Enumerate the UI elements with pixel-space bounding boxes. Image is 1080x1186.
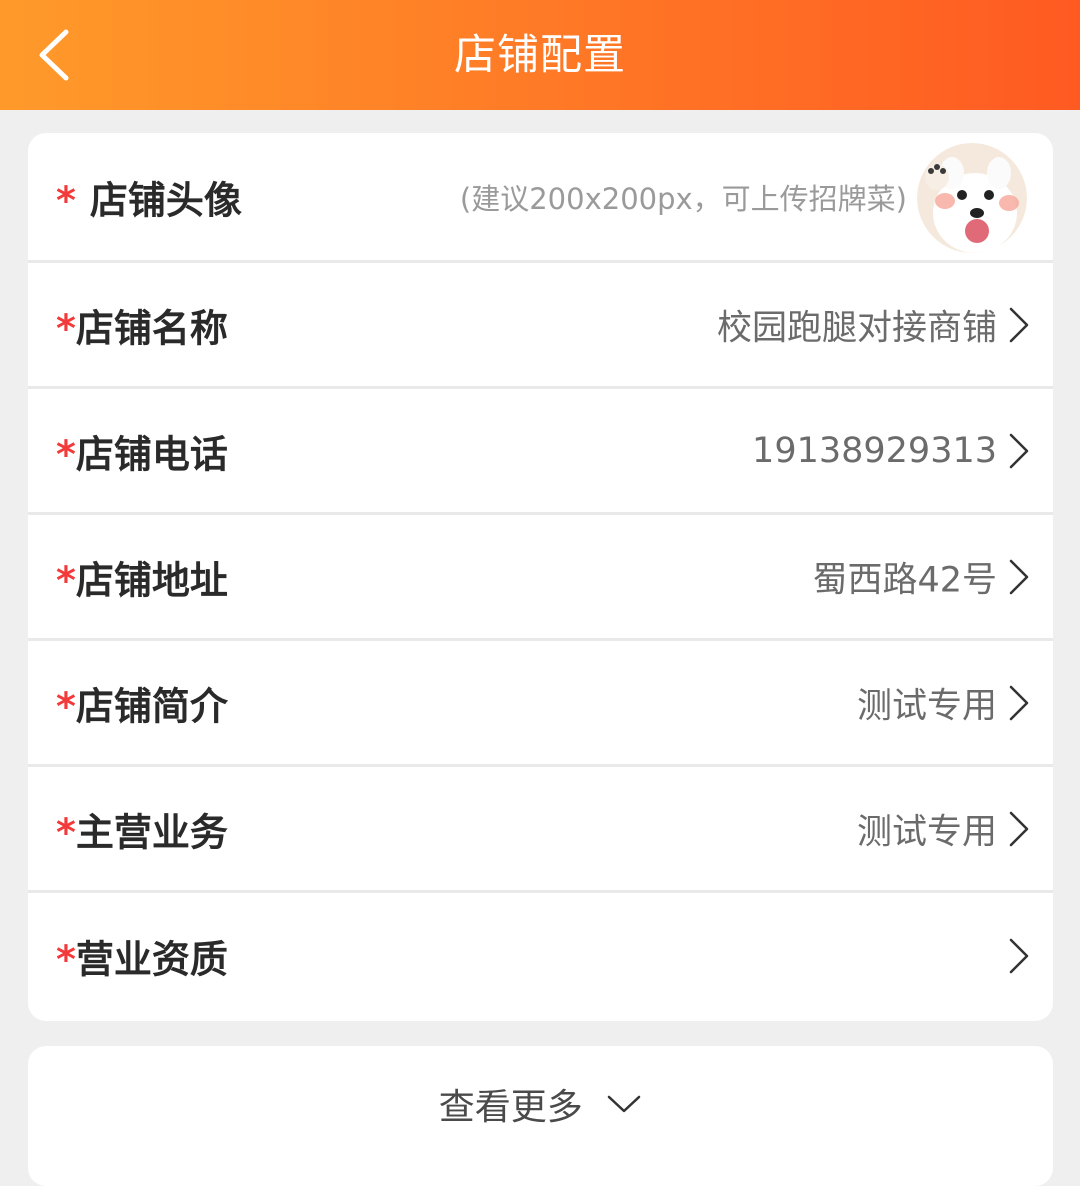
main-business-value: 测试专用 xyxy=(856,812,997,852)
chevron-right-icon xyxy=(1009,559,1029,594)
view-more-button[interactable]: 查看更多 xyxy=(28,1046,1053,1186)
chevron-right-icon xyxy=(1009,685,1029,720)
view-more-label: 查看更多 xyxy=(438,1087,583,1128)
store-name-row[interactable]: *店铺名称 校园跑腿对接商铺 xyxy=(28,263,1053,389)
page-title: 店铺配置 xyxy=(453,30,626,79)
store-intro-value: 测试专用 xyxy=(856,686,997,726)
store-intro-label-text: 店铺简介 xyxy=(75,684,228,728)
chevron-down-icon xyxy=(607,1095,641,1113)
store-avatar-row[interactable]: * 店铺头像 (建议200x200px，可上传招牌菜) xyxy=(28,133,1053,263)
store-name-label-text: 店铺名称 xyxy=(75,306,228,350)
store-phone-label-text: 店铺电话 xyxy=(75,432,228,476)
chevron-right-icon xyxy=(1009,307,1029,342)
store-settings-card: * 店铺头像 (建议200x200px，可上传招牌菜) *店铺名称 校园跑腿对接… xyxy=(28,133,1053,1021)
store-avatar-label: * 店铺头像 xyxy=(56,169,242,224)
store-phone-value: 19138929313 xyxy=(752,430,997,471)
required-mark: * xyxy=(56,558,76,602)
business-license-row[interactable]: *营业资质 xyxy=(28,893,1053,1019)
main-business-row[interactable]: *主营业务 测试专用 xyxy=(28,767,1053,893)
required-mark: * xyxy=(56,432,76,476)
store-phone-row[interactable]: *店铺电话 19138929313 xyxy=(28,389,1053,515)
top-nav-bar: 店铺配置 xyxy=(0,0,1080,110)
store-intro-label: *店铺简介 xyxy=(56,675,228,730)
store-avatar-label-text: 店铺头像 xyxy=(89,178,242,222)
store-address-row[interactable]: *店铺地址 蜀西路42号 xyxy=(28,515,1053,641)
store-intro-row[interactable]: *店铺简介 测试专用 xyxy=(28,641,1053,767)
main-business-label-text: 主营业务 xyxy=(75,810,228,854)
store-phone-label: *店铺电话 xyxy=(56,423,228,478)
view-more-content: 查看更多 xyxy=(28,1078,1053,1130)
required-mark: * xyxy=(56,810,76,854)
store-name-label: *店铺名称 xyxy=(56,297,228,352)
store-address-label: *店铺地址 xyxy=(56,549,228,604)
required-mark: * xyxy=(56,306,76,350)
chevron-right-icon xyxy=(1009,433,1029,468)
avatar-size-hint: (建议200x200px，可上传招牌菜) xyxy=(459,181,907,216)
store-avatar-image[interactable] xyxy=(917,143,1027,253)
store-name-value: 校园跑腿对接商铺 xyxy=(716,308,997,348)
chevron-right-icon xyxy=(1009,811,1029,846)
store-address-value: 蜀西路42号 xyxy=(812,560,997,600)
business-license-label-text: 营业资质 xyxy=(75,937,228,982)
store-address-label-text: 店铺地址 xyxy=(75,558,228,602)
required-mark: * xyxy=(56,178,76,222)
main-business-label: *主营业务 xyxy=(56,801,228,856)
required-mark: * xyxy=(56,937,76,982)
required-mark: * xyxy=(56,684,76,728)
chevron-right-icon xyxy=(1009,938,1029,974)
business-license-label: *营业资质 xyxy=(56,929,228,984)
